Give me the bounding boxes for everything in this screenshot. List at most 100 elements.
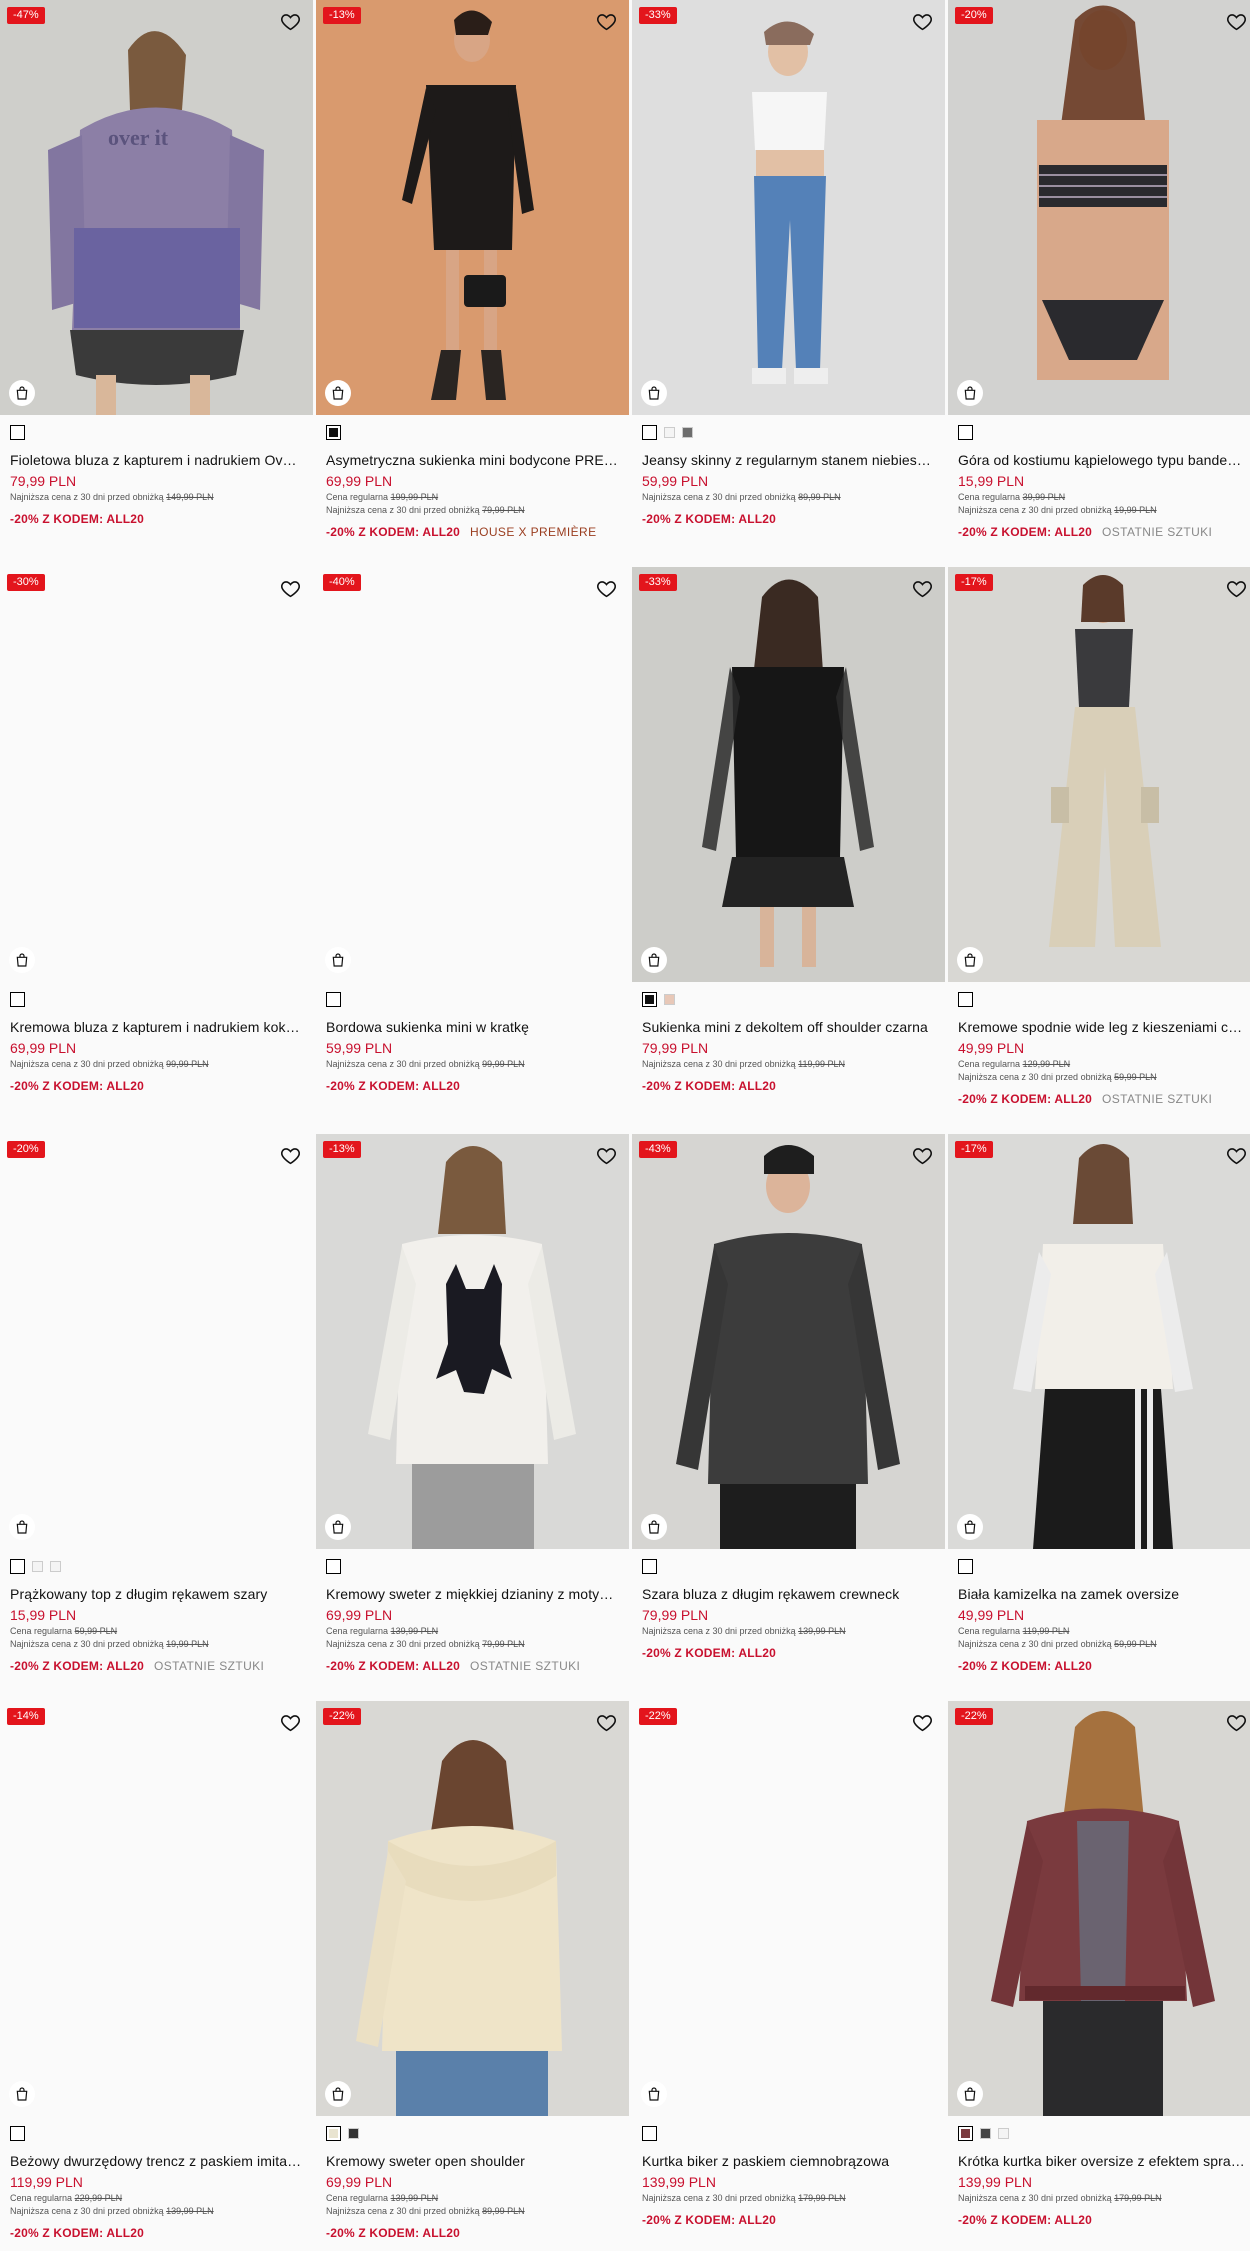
product-name[interactable]: Kurtka biker z paskiem ciemnobrązowa [642, 2152, 935, 2170]
heart-icon[interactable] [1226, 578, 1247, 599]
product-name[interactable]: Kremowy sweter open shoulder [326, 2152, 619, 2170]
color-swatch[interactable] [958, 1559, 973, 1574]
product-name[interactable]: Sukienka mini z dekoltem off shoulder cz… [642, 1018, 935, 1036]
heart-icon[interactable] [912, 1145, 933, 1166]
heart-icon[interactable] [912, 11, 933, 32]
product-image[interactable]: -20% [948, 0, 1250, 415]
color-swatch[interactable] [642, 992, 657, 1007]
product-name[interactable]: Fioletowa bluza z kapturem i nadrukiem O… [10, 451, 303, 469]
shopping-bag-icon[interactable] [957, 1514, 983, 1540]
color-swatch[interactable] [10, 2126, 25, 2141]
color-swatch[interactable] [682, 427, 693, 438]
product-image[interactable]: -20% [0, 1134, 313, 1549]
color-swatch[interactable] [326, 2126, 341, 2141]
product-card[interactable]: -30% Kremowa bluza z kapturem i nadrukiem… [0, 567, 313, 1134]
product-image[interactable]: -33% [632, 567, 945, 982]
product-name[interactable]: Góra od kostiumu kąpielowego typu bandea… [958, 451, 1249, 469]
product-card[interactable]: -40% Bordowa sukienka mini w kratkę 59,99 … [316, 567, 629, 1134]
heart-icon[interactable] [1226, 1145, 1247, 1166]
color-swatch[interactable] [326, 1559, 341, 1574]
product-image[interactable]: -40% [316, 567, 629, 982]
shopping-bag-icon[interactable] [325, 947, 351, 973]
product-name[interactable]: Beżowy dwurzędowy trencz z paskiem imita… [10, 2152, 303, 2170]
heart-icon[interactable] [596, 578, 617, 599]
color-swatch[interactable] [642, 1559, 657, 1574]
product-image[interactable]: -17% [948, 567, 1250, 982]
product-name[interactable]: Prążkowany top z długim rękawem szary [10, 1585, 303, 1603]
color-swatch[interactable] [10, 1559, 25, 1574]
color-swatch[interactable] [326, 992, 341, 1007]
color-swatch[interactable] [664, 994, 675, 1005]
color-swatch[interactable] [10, 425, 25, 440]
product-image[interactable]: over it -47% [0, 0, 313, 415]
product-card[interactable]: -22% Krótka kurtka biker oversize z efekt… [948, 1701, 1250, 2251]
color-swatch[interactable] [958, 992, 973, 1007]
product-image[interactable]: -43% [632, 1134, 945, 1549]
shopping-bag-icon[interactable] [9, 380, 35, 406]
shopping-bag-icon[interactable] [641, 380, 667, 406]
color-swatch[interactable] [980, 2128, 991, 2139]
product-image[interactable]: -17% [948, 1134, 1250, 1549]
heart-icon[interactable] [1226, 1712, 1247, 1733]
shopping-bag-icon[interactable] [325, 2081, 351, 2107]
product-name[interactable]: Kremowa bluza z kapturem i nadrukiem kok… [10, 1018, 303, 1036]
product-card[interactable]: -17% Biała kamizelka na zamek oversize 49,… [948, 1134, 1250, 1701]
product-name[interactable]: Biała kamizelka na zamek oversize [958, 1585, 1249, 1603]
product-name[interactable]: Kremowe spodnie wide leg z kieszeniami c… [958, 1018, 1249, 1036]
heart-icon[interactable] [596, 11, 617, 32]
color-swatch[interactable] [326, 425, 341, 440]
color-swatch[interactable] [642, 2126, 657, 2141]
heart-icon[interactable] [912, 578, 933, 599]
shopping-bag-icon[interactable] [957, 2081, 983, 2107]
product-card[interactable]: -22% Kurtka biker z paskiem ciemnobrązowa… [632, 1701, 945, 2251]
product-card[interactable]: -33% Jeansy skinny z regularnym stanem ni… [632, 0, 945, 567]
product-name[interactable]: Szara bluza z długim rękawem crewneck [642, 1585, 935, 1603]
color-swatch[interactable] [664, 427, 675, 438]
shopping-bag-icon[interactable] [957, 947, 983, 973]
product-image[interactable]: -22% [948, 1701, 1250, 2116]
shopping-bag-icon[interactable] [9, 1514, 35, 1540]
shopping-bag-icon[interactable] [325, 380, 351, 406]
color-swatch[interactable] [958, 2126, 973, 2141]
heart-icon[interactable] [596, 1712, 617, 1733]
color-swatch[interactable] [10, 992, 25, 1007]
color-swatch[interactable] [348, 2128, 359, 2139]
heart-icon[interactable] [596, 1145, 617, 1166]
product-name[interactable]: Bordowa sukienka mini w kratkę [326, 1018, 619, 1036]
product-image[interactable]: -14% [0, 1701, 313, 2116]
product-image[interactable]: -13% [316, 1134, 629, 1549]
product-card[interactable]: -20% Góra od kostiumu kąpielowego typu ba… [948, 0, 1250, 567]
shopping-bag-icon[interactable] [641, 1514, 667, 1540]
product-name[interactable]: Kremowy sweter z miękkiej dzianiny z mot… [326, 1585, 619, 1603]
shopping-bag-icon[interactable] [641, 2081, 667, 2107]
product-image[interactable]: -13% [316, 0, 629, 415]
shopping-bag-icon[interactable] [325, 1514, 351, 1540]
product-card[interactable]: -33% Sukienka mini z dekoltem off shoulde… [632, 567, 945, 1134]
product-card[interactable]: -13% Kremowy sweter z miękkiej dzianiny z… [316, 1134, 629, 1701]
product-card[interactable]: -43% Szara bluza z długim rękawem crewnec… [632, 1134, 945, 1701]
product-name[interactable]: Krótka kurtka biker oversize z efektem s… [958, 2152, 1249, 2170]
product-image[interactable]: -22% [316, 1701, 629, 2116]
heart-icon[interactable] [280, 1712, 301, 1733]
product-name[interactable]: Jeansy skinny z regularnym stanem niebie… [642, 451, 935, 469]
heart-icon[interactable] [912, 1712, 933, 1733]
shopping-bag-icon[interactable] [957, 380, 983, 406]
product-card[interactable]: -17% Kremowe spodnie wide leg z kieszenia… [948, 567, 1250, 1134]
heart-icon[interactable] [280, 578, 301, 599]
color-swatch[interactable] [642, 425, 657, 440]
product-card[interactable]: -13% Asymetryczna sukienka mini bodycone … [316, 0, 629, 567]
product-card[interactable]: -22% Kremowy sweter open shoulder 69,99 PL… [316, 1701, 629, 2251]
heart-icon[interactable] [1226, 11, 1247, 32]
heart-icon[interactable] [280, 11, 301, 32]
color-swatch[interactable] [958, 425, 973, 440]
shopping-bag-icon[interactable] [9, 2081, 35, 2107]
product-card[interactable]: -20% Prążkowany top z długim rękawem szar… [0, 1134, 313, 1701]
product-image[interactable]: -30% [0, 567, 313, 982]
shopping-bag-icon[interactable] [641, 947, 667, 973]
product-image[interactable]: -22% [632, 1701, 945, 2116]
color-swatch[interactable] [998, 2128, 1009, 2139]
product-card[interactable]: over it -47% Fioletowa bluza z kapturem i… [0, 0, 313, 567]
color-swatch[interactable] [32, 1561, 43, 1572]
heart-icon[interactable] [280, 1145, 301, 1166]
color-swatch[interactable] [50, 1561, 61, 1572]
